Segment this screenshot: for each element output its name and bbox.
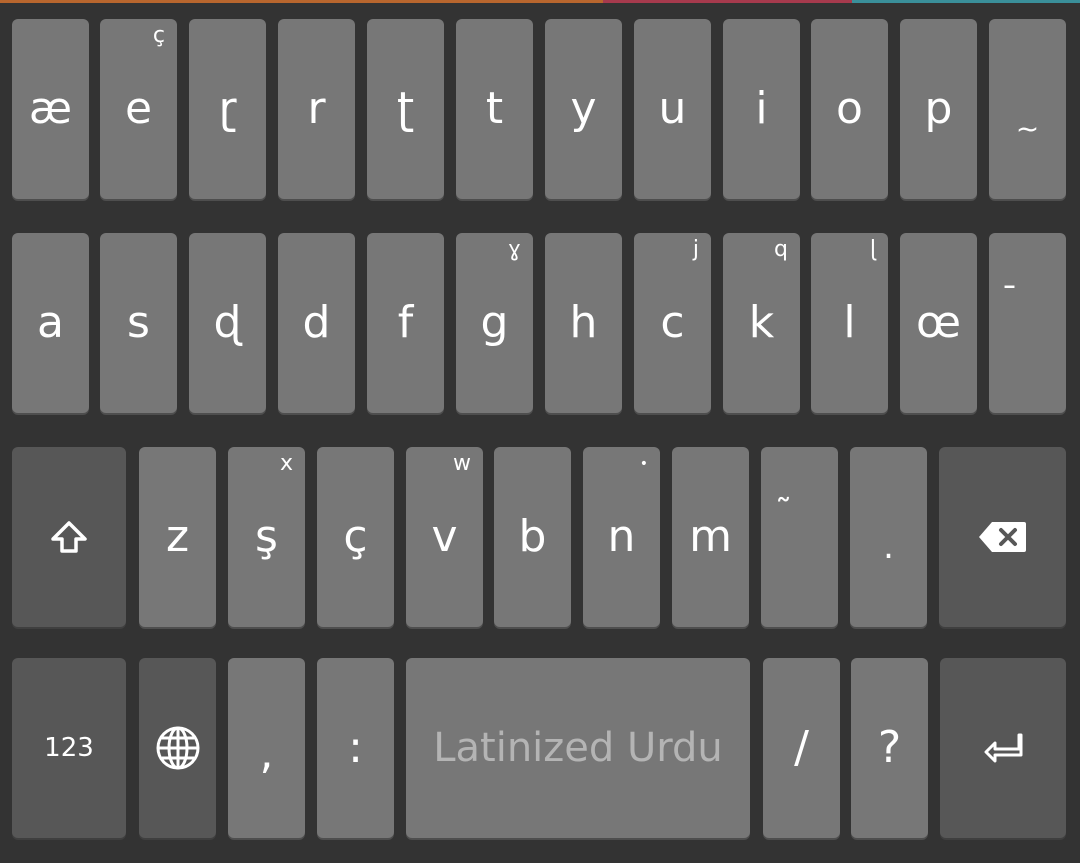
- space-bar[interactable]: Latinized Urdu: [406, 658, 750, 838]
- key-label: œ: [915, 297, 961, 348]
- key-question[interactable]: ?: [851, 658, 928, 838]
- accent-bar-segment: [852, 0, 1080, 3]
- key-e[interactable]: ç e: [100, 19, 177, 199]
- key-retroflex-d[interactable]: ɖ: [189, 233, 266, 413]
- key-label: d: [302, 297, 331, 348]
- key-d[interactable]: d: [278, 233, 355, 413]
- shift-icon: [50, 520, 88, 554]
- key-hint: ɭ: [869, 237, 876, 262]
- key-retroflex-r[interactable]: ɽ: [189, 19, 266, 199]
- key-u[interactable]: u: [634, 19, 711, 199]
- key-label: æ: [28, 83, 73, 134]
- key-label: g: [480, 297, 509, 348]
- key-hint: w: [453, 451, 471, 476]
- key-c-cedilla[interactable]: ç: [317, 447, 394, 627]
- key-c[interactable]: j c: [634, 233, 711, 413]
- key-comma[interactable]: ,: [228, 658, 305, 838]
- key-label: b: [518, 511, 547, 562]
- key-label: a: [37, 297, 64, 348]
- key-r[interactable]: r: [278, 19, 355, 199]
- key-label: f: [397, 297, 414, 348]
- key-label: y: [570, 83, 597, 134]
- key-period[interactable]: .: [850, 447, 927, 627]
- key-label: t: [485, 83, 504, 134]
- key-colon[interactable]: :: [317, 658, 394, 838]
- key-label: ?: [877, 722, 902, 773]
- key-label: v: [431, 511, 458, 562]
- key-small-tilde[interactable]: ˜: [761, 447, 838, 627]
- key-label: ç: [343, 511, 368, 562]
- language-switch-key[interactable]: [139, 658, 216, 838]
- key-label: s: [127, 297, 150, 348]
- key-s-cedilla[interactable]: x ş: [228, 447, 305, 627]
- key-o[interactable]: o: [811, 19, 888, 199]
- key-macron[interactable]: ¯: [989, 233, 1066, 413]
- key-label: ʈ: [396, 83, 415, 134]
- key-label: ş: [255, 511, 278, 562]
- key-g[interactable]: ɣ g: [456, 233, 533, 413]
- key-label: m: [689, 511, 732, 562]
- key-label: l: [843, 297, 856, 348]
- key-label: o: [836, 83, 863, 134]
- key-label: ~: [1015, 112, 1040, 145]
- key-label: 123: [44, 733, 94, 763]
- key-label: ɽ: [218, 83, 237, 134]
- key-label: /: [794, 722, 809, 773]
- accent-bar-segment: [0, 0, 603, 3]
- accent-bar-segment: [603, 0, 852, 3]
- key-a[interactable]: a: [12, 233, 89, 413]
- key-label: .: [883, 527, 894, 567]
- backspace-key[interactable]: [939, 447, 1066, 627]
- key-hint: ç: [152, 23, 165, 48]
- soft-keyboard: æ ç e ɽ r ʈ t y u i o p ~ a s ɖ d f ɣ g …: [0, 0, 1080, 863]
- key-label: ɖ: [213, 297, 242, 348]
- enter-icon: [983, 732, 1023, 764]
- key-label: h: [569, 297, 598, 348]
- key-p[interactable]: p: [900, 19, 977, 199]
- key-k[interactable]: q k: [723, 233, 800, 413]
- accent-bar: [0, 0, 1080, 3]
- key-m[interactable]: m: [672, 447, 749, 627]
- key-tilde[interactable]: ~: [989, 19, 1066, 199]
- key-label: z: [165, 511, 190, 562]
- key-v[interactable]: w v: [406, 447, 483, 627]
- key-retroflex-t[interactable]: ʈ: [367, 19, 444, 199]
- key-l[interactable]: ɭ l: [811, 233, 888, 413]
- key-hint: x: [279, 451, 293, 476]
- key-label: p: [924, 83, 953, 134]
- key-label: e: [124, 83, 153, 134]
- key-i[interactable]: i: [723, 19, 800, 199]
- key-hint: q: [774, 237, 788, 262]
- key-label: :: [348, 722, 363, 773]
- key-ae[interactable]: æ: [12, 19, 89, 199]
- enter-key[interactable]: [940, 658, 1066, 838]
- key-label: i: [755, 83, 768, 134]
- key-hint: j: [692, 237, 699, 262]
- numbers-key[interactable]: 123: [12, 658, 126, 838]
- key-label: ,: [259, 728, 274, 779]
- key-label: u: [658, 83, 687, 134]
- key-b[interactable]: b: [494, 447, 571, 627]
- key-hint: •: [639, 456, 648, 472]
- globe-icon: [155, 725, 201, 771]
- key-s[interactable]: s: [100, 233, 177, 413]
- key-oe[interactable]: œ: [900, 233, 977, 413]
- key-f[interactable]: f: [367, 233, 444, 413]
- space-bar-label: Latinized Urdu: [433, 725, 723, 771]
- key-label: r: [307, 83, 326, 134]
- key-z[interactable]: z: [139, 447, 216, 627]
- shift-key[interactable]: [12, 447, 126, 627]
- key-label: n: [607, 511, 636, 562]
- key-label: k: [748, 297, 775, 348]
- key-n[interactable]: • n: [583, 447, 660, 627]
- key-hint: ɣ: [507, 237, 521, 262]
- key-slash[interactable]: /: [763, 658, 840, 838]
- backspace-icon: [978, 520, 1028, 554]
- key-label: ˜: [775, 492, 792, 532]
- key-y[interactable]: y: [545, 19, 622, 199]
- key-t[interactable]: t: [456, 19, 533, 199]
- key-h[interactable]: h: [545, 233, 622, 413]
- key-label: ¯: [1001, 280, 1018, 320]
- key-label: c: [660, 297, 685, 348]
